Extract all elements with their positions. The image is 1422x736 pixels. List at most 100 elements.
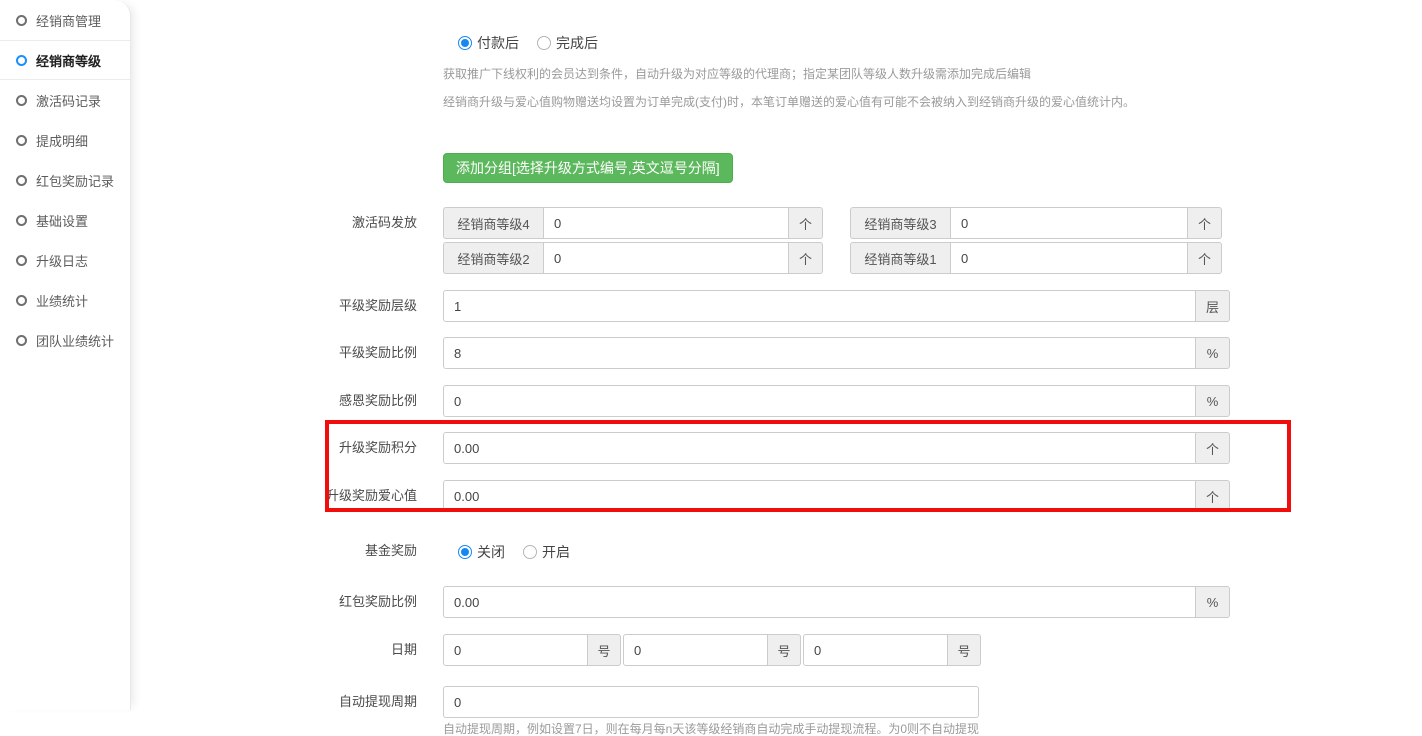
dealer-level-form: 付款后 完成后 获取推广下线权利的会员达到条件，自动升级为对应等级的代理商；指定… xyxy=(131,0,1422,710)
level4-prepend: 经销商等级4 xyxy=(443,207,543,239)
unit-ge-addon: 个 xyxy=(1196,432,1230,464)
date-group-1: 号 xyxy=(443,634,621,666)
activation-group-level4: 经销商等级4 个 xyxy=(443,207,823,239)
radio-unchecked-icon xyxy=(523,545,537,559)
date-input-1[interactable] xyxy=(443,634,588,666)
upgrade-love-row: 升级奖励爱心值 个 xyxy=(131,480,1422,512)
sidebar-item-label: 经销商等级 xyxy=(36,51,101,70)
circle-icon xyxy=(16,55,27,66)
activation-group-level2: 经销商等级2 个 xyxy=(443,242,823,274)
auto-withdraw-help-text: 自动提现周期，例如设置7日，则在每月每n天该等级经销商自动完成手动提现流程。为0… xyxy=(443,723,979,735)
circle-icon xyxy=(16,255,27,266)
activation-codes-label: 激活码发放 xyxy=(131,207,417,239)
sidebar-item-label: 红包奖励记录 xyxy=(36,171,114,190)
upgrade-love-label: 升级奖励爱心值 xyxy=(131,480,417,512)
unit-percent-addon: % xyxy=(1196,586,1230,618)
date-label: 日期 xyxy=(131,634,417,666)
activation-group-level1: 经销商等级1 个 xyxy=(850,242,1222,274)
unit-ge-addon: 个 xyxy=(789,242,823,274)
level4-count-input[interactable] xyxy=(543,207,789,239)
help-text-upgrade-condition: 获取推广下线权利的会员达到条件，自动升级为对应等级的代理商；指定某团队等级人数升… xyxy=(443,68,1422,80)
sidebar-item-commission-details[interactable]: 提成明细 xyxy=(0,120,130,160)
sidebar-item-activation-code-records[interactable]: 激活码记录 xyxy=(0,80,130,120)
unit-day-addon: 号 xyxy=(588,634,621,666)
activation-group-level3: 经销商等级3 个 xyxy=(850,207,1222,239)
activation-codes-row: 激活码发放 经销商等级4 个 经销商等级3 个 经销商等级2 个 经销商等级1 … xyxy=(131,207,1422,274)
help-text-love-value-note: 经销商升级与爱心值购物赠送均设置为订单完成(支付)时，本笔订单赠送的爱心值有可能… xyxy=(443,96,1422,108)
sidebar-item-upgrade-logs[interactable]: 升级日志 xyxy=(0,240,130,280)
date-group-2: 号 xyxy=(623,634,801,666)
sidebar-item-label: 激活码记录 xyxy=(36,91,101,110)
date-input-2[interactable] xyxy=(623,634,768,666)
sidebar-item-label: 提成明细 xyxy=(36,131,88,150)
sidebar-item-team-performance-stats[interactable]: 团队业绩统计 xyxy=(0,320,130,360)
peer-level-label: 平级奖励层级 xyxy=(131,290,417,322)
sidebar-item-redpacket-reward-records[interactable]: 红包奖励记录 xyxy=(0,160,130,200)
unit-percent-addon: % xyxy=(1196,385,1230,417)
level1-prepend: 经销商等级1 xyxy=(850,242,950,274)
unit-day-addon: 号 xyxy=(768,634,801,666)
unit-ge-addon: 个 xyxy=(1188,242,1222,274)
date-input-3[interactable] xyxy=(803,634,948,666)
radio-fund-on[interactable]: 开启 xyxy=(523,542,570,562)
upgrade-points-input[interactable] xyxy=(443,432,1196,464)
circle-icon xyxy=(16,95,27,106)
unit-ge-addon: 个 xyxy=(1196,480,1230,512)
upgrade-points-row: 升级奖励积分 个 xyxy=(131,432,1422,464)
sidebar: 经销商管理 经销商等级 激活码记录 提成明细 红包奖励记录 基础设置 升级日志 … xyxy=(0,0,131,710)
radio-unchecked-icon xyxy=(537,36,551,50)
sidebar-item-label: 业绩统计 xyxy=(36,291,88,310)
radio-after-completion[interactable]: 完成后 xyxy=(537,33,598,53)
level3-prepend: 经销商等级3 xyxy=(850,207,950,239)
date-group-3: 号 xyxy=(803,634,981,666)
peer-ratio-input[interactable] xyxy=(443,337,1196,369)
unit-ge-addon: 个 xyxy=(789,207,823,239)
radio-fund-off[interactable]: 关闭 xyxy=(458,542,505,562)
redpacket-ratio-input[interactable] xyxy=(443,586,1196,618)
circle-icon xyxy=(16,335,27,346)
gratitude-ratio-label: 感恩奖励比例 xyxy=(131,385,417,417)
gratitude-ratio-input[interactable] xyxy=(443,385,1196,417)
circle-icon xyxy=(16,15,27,26)
sidebar-item-label: 团队业绩统计 xyxy=(36,331,114,350)
auto-withdraw-row: 自动提现周期 自动提现周期，例如设置7日，则在每月每n天该等级经销商自动完成手动… xyxy=(131,686,1422,735)
upgrade-points-label: 升级奖励积分 xyxy=(131,432,417,464)
radio-checked-icon xyxy=(458,36,472,50)
redpacket-ratio-row: 红包奖励比例 % xyxy=(131,586,1422,618)
sidebar-item-label: 升级日志 xyxy=(36,251,88,270)
radio-checked-icon xyxy=(458,545,472,559)
upgrade-love-input[interactable] xyxy=(443,480,1196,512)
peer-level-input[interactable] xyxy=(443,290,1196,322)
radio-after-payment[interactable]: 付款后 xyxy=(458,33,519,53)
peer-level-row: 平级奖励层级 层 xyxy=(131,290,1422,322)
circle-icon xyxy=(16,215,27,226)
circle-icon xyxy=(16,295,27,306)
peer-ratio-label: 平级奖励比例 xyxy=(131,337,417,369)
fund-reward-row: 基金奖励 关闭 开启 xyxy=(131,535,1422,567)
auto-withdraw-input[interactable] xyxy=(443,686,979,718)
upgrade-mode-row: 付款后 完成后 xyxy=(131,33,1422,53)
redpacket-ratio-label: 红包奖励比例 xyxy=(131,586,417,618)
gratitude-ratio-row: 感恩奖励比例 % xyxy=(131,385,1422,417)
level1-count-input[interactable] xyxy=(950,242,1188,274)
sidebar-item-performance-stats[interactable]: 业绩统计 xyxy=(0,280,130,320)
sidebar-item-dealer-management[interactable]: 经销商管理 xyxy=(0,0,130,40)
circle-icon xyxy=(16,175,27,186)
level3-count-input[interactable] xyxy=(950,207,1188,239)
unit-day-addon: 号 xyxy=(948,634,981,666)
unit-layer-addon: 层 xyxy=(1196,290,1230,322)
date-row: 日期 号 号 号 xyxy=(131,634,1422,666)
sidebar-item-basic-settings[interactable]: 基础设置 xyxy=(0,200,130,240)
unit-ge-addon: 个 xyxy=(1188,207,1222,239)
level2-count-input[interactable] xyxy=(543,242,789,274)
peer-ratio-row: 平级奖励比例 % xyxy=(131,337,1422,369)
circle-icon xyxy=(16,135,27,146)
sidebar-item-dealer-level[interactable]: 经销商等级 xyxy=(0,40,130,80)
sidebar-item-label: 基础设置 xyxy=(36,211,88,230)
sidebar-item-label: 经销商管理 xyxy=(36,11,101,30)
add-group-button[interactable]: 添加分组[选择升级方式编号,英文逗号分隔] xyxy=(443,153,733,183)
auto-withdraw-label: 自动提现周期 xyxy=(131,686,417,718)
level2-prepend: 经销商等级2 xyxy=(443,242,543,274)
unit-percent-addon: % xyxy=(1196,337,1230,369)
fund-reward-label: 基金奖励 xyxy=(131,535,417,567)
